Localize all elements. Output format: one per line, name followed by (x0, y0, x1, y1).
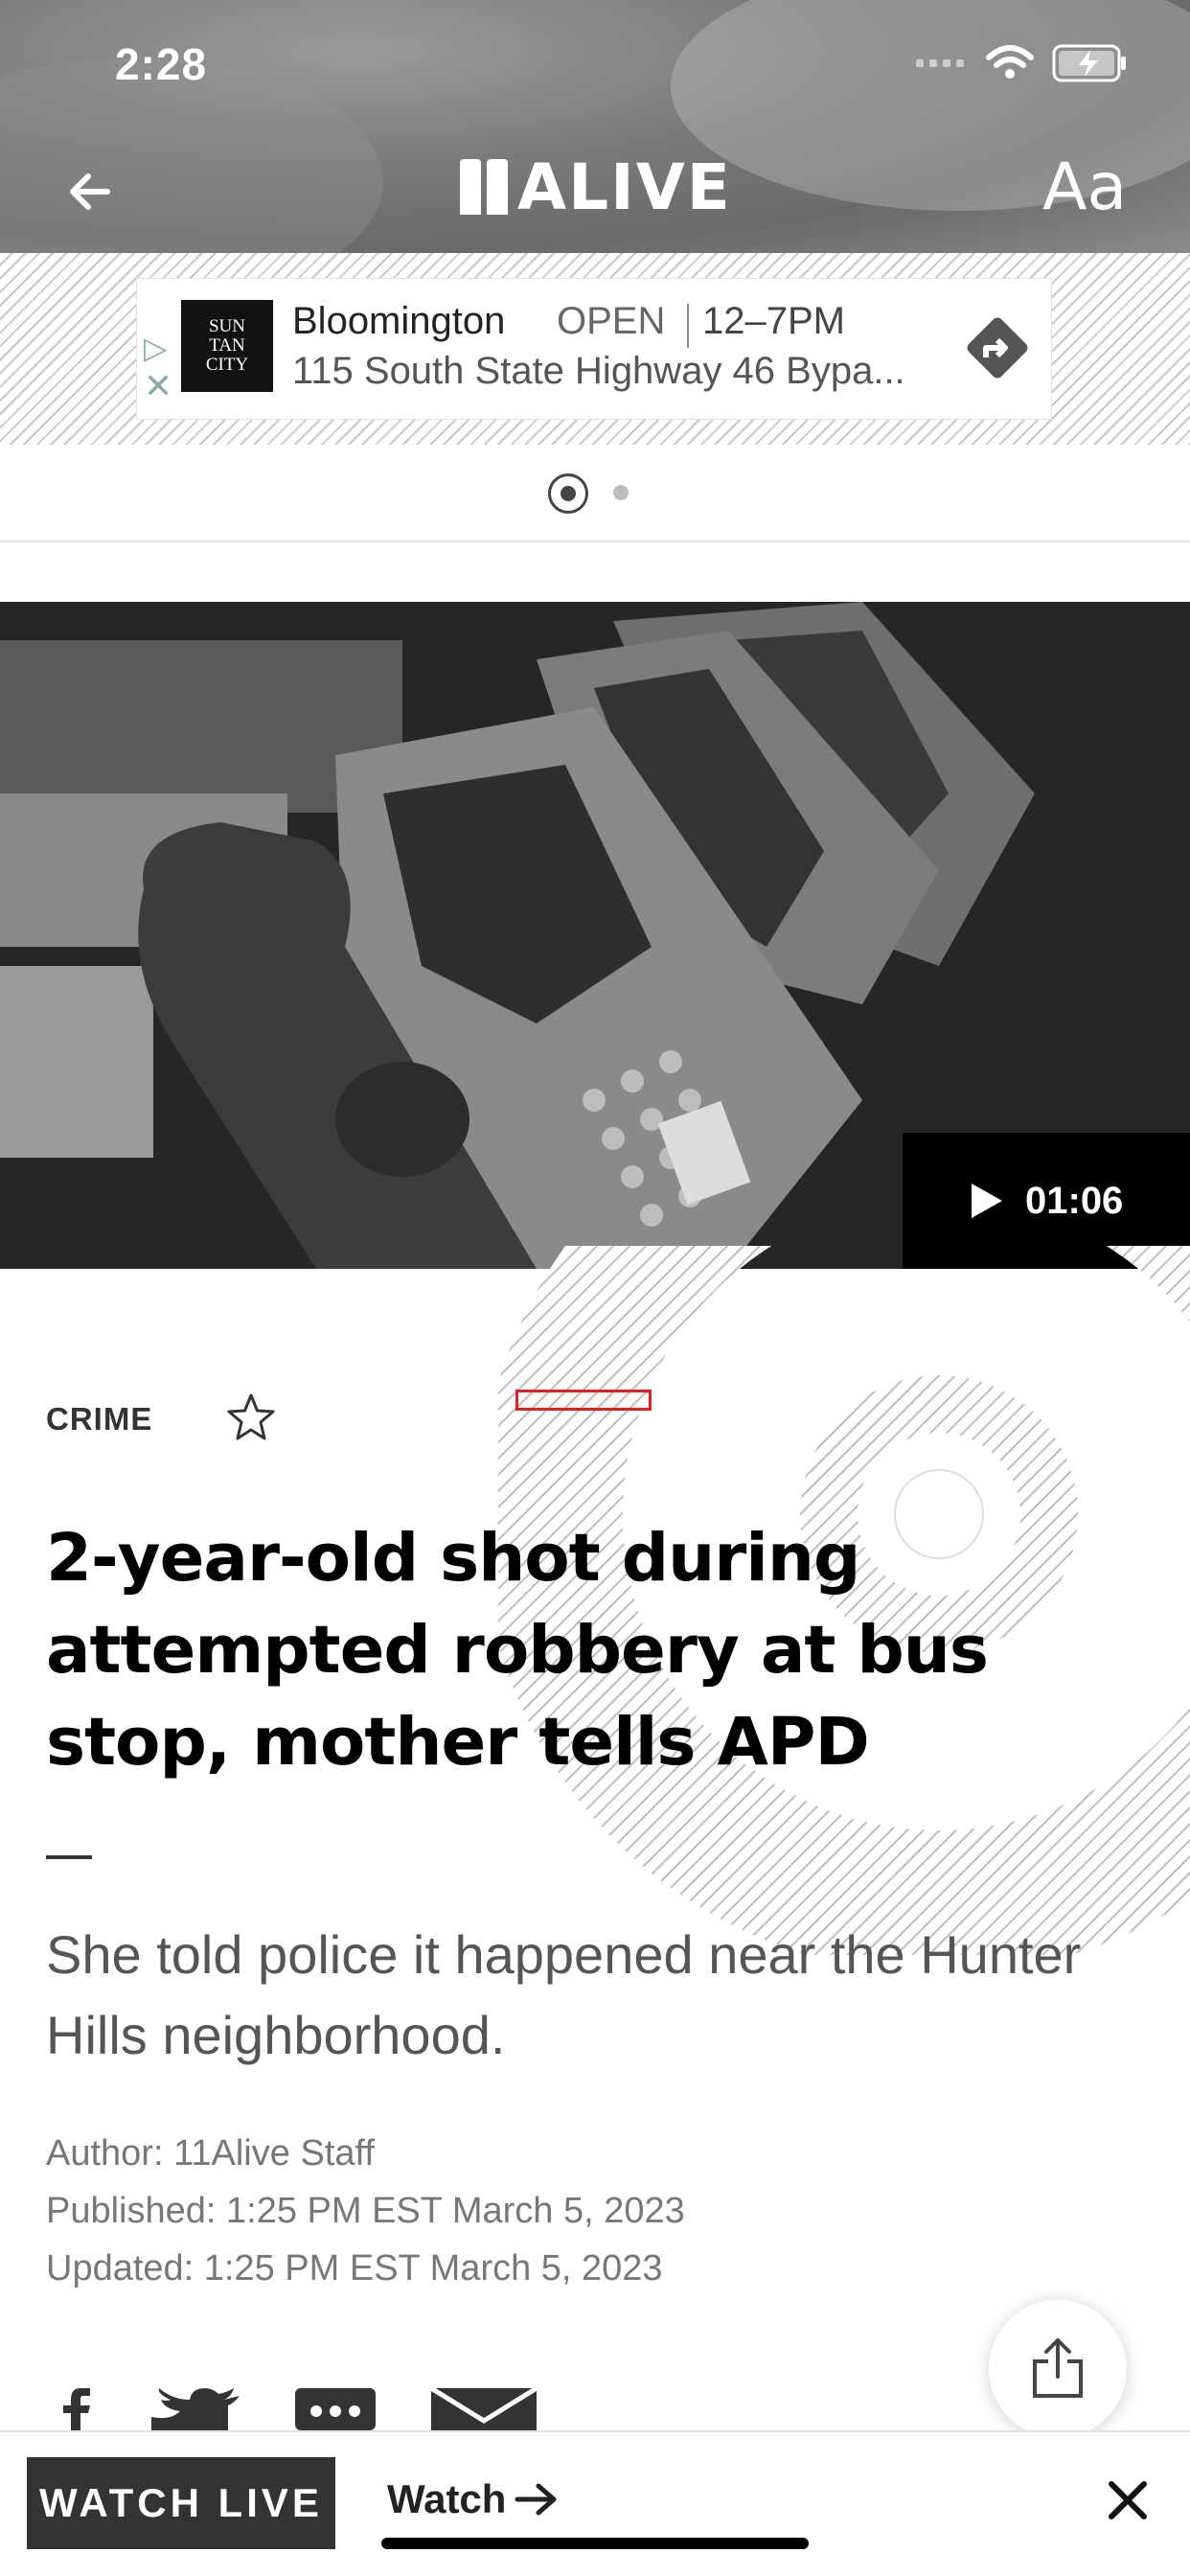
app-header: 2:28 ALIVE Aa (0, 0, 1190, 253)
home-indicator (381, 2538, 809, 2549)
ad-close-icon[interactable]: ✕ (144, 366, 172, 406)
directions-icon[interactable] (959, 310, 1036, 386)
wifi-icon (986, 45, 1034, 79)
ad-divider (687, 304, 689, 348)
highlight-outline (515, 1390, 652, 1411)
video-duration: 01:06 (1025, 1179, 1124, 1222)
ad-logo-line-2: TAN (209, 335, 245, 356)
watch-label: Watch (387, 2476, 507, 2521)
ad-hours: 12–7PM (702, 300, 845, 342)
article-headline: 2-year-old shot during attempted robbery… (46, 1520, 989, 1781)
font-size-button[interactable]: Aa (1042, 150, 1127, 225)
watch-live-button[interactable]: WATCH LIVE (27, 2457, 335, 2549)
share-row (57, 2388, 537, 2430)
facebook-icon[interactable] (57, 2388, 96, 2430)
ad-logo-line-3: CITY (205, 355, 249, 375)
email-icon[interactable] (431, 2388, 537, 2430)
watch-link[interactable]: Watch (387, 2476, 560, 2522)
brand-logo[interactable]: ALIVE (460, 150, 732, 224)
article-published: Published: 1:25 PM EST March 5, 2023 (46, 2191, 685, 2231)
share-icon (1033, 2338, 1083, 2398)
cellular-signal-icon (916, 59, 964, 67)
close-icon[interactable] (1104, 2476, 1152, 2524)
ad-store-name: Bloomington (292, 300, 506, 342)
category-label[interactable]: CRIME (46, 1401, 152, 1438)
status-time: 2:28 (115, 39, 208, 89)
bookmark-star-icon[interactable] (224, 1392, 278, 1445)
more-share-icon[interactable] (295, 2388, 376, 2430)
battery-charging-icon (1052, 44, 1126, 82)
ad-open-status: OPEN (557, 300, 666, 342)
ad-address: 115 South State Highway 46 Bypa... (292, 350, 905, 392)
play-icon (972, 1184, 1002, 1218)
sun-tan-city-logo: SUN TAN CITY (181, 300, 273, 392)
article-subheadline: She told police it happened near the Hun… (46, 1924, 1082, 2065)
arrow-right-icon (515, 2483, 557, 2516)
ad-pager (0, 445, 1190, 542)
floating-share-button[interactable] (989, 2300, 1127, 2438)
pager-dot-active[interactable] (548, 473, 588, 514)
pager-dot[interactable] (613, 485, 629, 500)
eleven-logo-mark-icon (460, 159, 508, 215)
ad-logo-line-1: SUN (208, 316, 245, 336)
logo-text: ALIVE (517, 150, 732, 224)
twitter-icon[interactable] (151, 2388, 240, 2430)
banner-ad: SUN TAN CITY Bloomington OPEN 12–7PM 115… (0, 253, 1190, 445)
article-author: Author: 11Alive Staff (46, 2133, 375, 2174)
headline-divider (46, 1855, 92, 1859)
ad-card[interactable]: SUN TAN CITY Bloomington OPEN 12–7PM 115… (136, 278, 1052, 420)
adchoices-icon[interactable]: ▷ (144, 330, 168, 366)
back-arrow-icon[interactable] (61, 163, 119, 220)
article-updated: Updated: 1:25 PM EST March 5, 2023 (46, 2248, 663, 2288)
